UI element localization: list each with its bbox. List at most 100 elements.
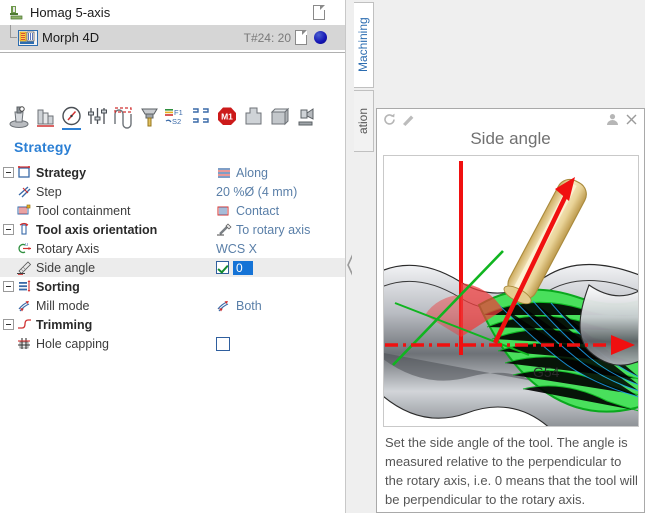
links-grid-icon[interactable] [190, 104, 213, 130]
status-dot-icon[interactable] [314, 31, 327, 44]
expander-toggle[interactable] [3, 167, 14, 178]
param-value-cell[interactable]: Both [216, 296, 262, 315]
param-value-cell[interactable]: WCS X [216, 239, 257, 258]
tree-row-operation[interactable]: Morph 4D T#24: 20 [0, 25, 351, 50]
param-value-cell[interactable]: 0 [216, 258, 253, 277]
popup-title: Side angle [470, 129, 551, 148]
stock-icon[interactable] [34, 104, 57, 130]
step-icon [16, 184, 33, 199]
param-label: Tool axis orientation [36, 222, 158, 237]
morph-operation-icon [18, 29, 38, 46]
mill-mode-value-icon [216, 299, 232, 313]
param-label: Side angle [36, 260, 96, 275]
left-parameter-pane: Homag 5-axis Morph 4D T#24: 20 F1 S2 M1 … [0, 0, 352, 513]
document-icon[interactable] [295, 30, 307, 45]
param-value-cell[interactable]: Along [216, 163, 268, 182]
param-label: Trimming [36, 317, 93, 332]
param-value: Contact [236, 203, 280, 218]
hole-capping-icon [16, 336, 33, 351]
param-row-side-angle[interactable]: Side angle 0 [0, 258, 351, 277]
hole-capping-checkbox[interactable] [216, 336, 230, 351]
svg-text:u: u [25, 242, 28, 248]
stock-block-icon[interactable] [268, 104, 291, 130]
tab-machining[interactable]: Machining [354, 2, 374, 88]
param-row-tool-axis-orientation[interactable]: Tool axis orientation To rotary axis [0, 220, 351, 239]
popup-help-text: Set the side angle of the tool. The angl… [385, 435, 638, 507]
tree-row-label: Homag 5-axis [30, 5, 111, 20]
help-popup-window: Side angle G54 Set the side angle of the… [376, 108, 645, 513]
param-label: Strategy [36, 165, 87, 180]
strategy-gauge-icon[interactable] [60, 104, 83, 130]
strategy-icon [16, 165, 33, 180]
param-value: WCS X [216, 241, 257, 256]
rotary-axis-icon: u [16, 241, 33, 256]
param-row-sorting[interactable]: Sorting [0, 277, 351, 296]
param-row-mill-mode[interactable]: Mill mode Both [0, 296, 351, 315]
svg-text:F1: F1 [174, 108, 183, 117]
parameters-sliders-icon[interactable] [86, 104, 109, 130]
roughing-icon[interactable] [242, 104, 265, 130]
page-title: Strategy [14, 139, 72, 155]
param-value-cell[interactable]: Contact [216, 201, 279, 220]
param-value-cell[interactable] [216, 334, 230, 353]
parameter-list: Strategy Along Step 20 %Ø (4 mm) Tool co… [0, 163, 351, 353]
m1-stop-icon[interactable]: M1 [216, 104, 239, 130]
param-row-rotary-axis[interactable]: u Rotary Axis WCS X [0, 239, 351, 258]
sorting-icon [16, 279, 33, 294]
document-icon[interactable] [313, 5, 325, 20]
contact-icon [216, 204, 232, 218]
param-row-tool-containment[interactable]: Tool containment Contact [0, 201, 351, 220]
tool-icon[interactable] [8, 104, 31, 130]
param-value-cell[interactable]: 20 %Ø (4 mm) [216, 182, 297, 201]
side-angle-value-input[interactable]: 0 [233, 260, 253, 275]
operation-tree[interactable]: Homag 5-axis Morph 4D T#24: 20 [0, 0, 351, 52]
side-angle-icon [16, 260, 33, 276]
param-label: Rotary Axis [36, 241, 100, 256]
tab-simulation[interactable]: ation [354, 90, 374, 152]
user-icon[interactable] [605, 112, 620, 127]
machine-sim-icon[interactable] [294, 104, 317, 130]
trimming-icon [16, 317, 33, 332]
param-row-trimming[interactable]: Trimming [0, 315, 351, 334]
popup-titlebar [377, 109, 644, 129]
param-row-hole-capping[interactable]: Hole capping [0, 334, 351, 353]
param-label: Sorting [36, 279, 80, 294]
pencil-edit-icon[interactable] [401, 112, 416, 127]
param-value: To rotary axis [236, 222, 311, 237]
tree-connector [4, 25, 18, 50]
refresh-icon[interactable] [382, 112, 397, 127]
along-icon [216, 166, 232, 180]
param-label: Step [36, 184, 62, 199]
param-value: Along [236, 165, 268, 180]
feeds-speeds-icon[interactable]: F1 S2 [164, 104, 187, 130]
tool-axis-icon [16, 222, 33, 237]
tree-row-label: Morph 4D [42, 30, 100, 45]
param-value-cell[interactable]: To rotary axis [216, 220, 310, 239]
param-row-step[interactable]: Step 20 %Ø (4 mm) [0, 182, 351, 201]
parameter-category-toolbar[interactable]: F1 S2 M1 [0, 100, 351, 134]
svg-text:S2: S2 [172, 117, 181, 126]
g54-annotation: G54 [533, 364, 560, 380]
expander-toggle[interactable] [3, 281, 14, 292]
svg-text:M1: M1 [221, 112, 233, 122]
holder-icon[interactable] [138, 104, 161, 130]
close-icon[interactable] [624, 112, 639, 127]
expander-toggle[interactable] [3, 319, 14, 330]
param-value: Both [236, 298, 262, 313]
side-angle-checkbox[interactable] [216, 261, 229, 274]
tool-number-label: T#24: 20 [243, 30, 291, 45]
containment-icon [16, 203, 33, 218]
side-angle-illustration: G54 [383, 155, 639, 427]
param-value: 20 %Ø (4 mm) [216, 184, 298, 199]
rotary-axis-value-icon [216, 223, 232, 237]
param-row-strategy[interactable]: Strategy Along [0, 163, 351, 182]
tree-separator [0, 52, 351, 53]
machine-icon [8, 4, 26, 22]
expander-toggle[interactable] [3, 224, 14, 235]
param-label: Tool containment [36, 203, 131, 218]
mill-mode-icon [16, 298, 33, 313]
param-label: Mill mode [36, 298, 90, 313]
tree-row-machine[interactable]: Homag 5-axis [0, 0, 351, 25]
toolpath-icon[interactable] [112, 104, 135, 130]
param-label: Hole capping [36, 336, 109, 351]
